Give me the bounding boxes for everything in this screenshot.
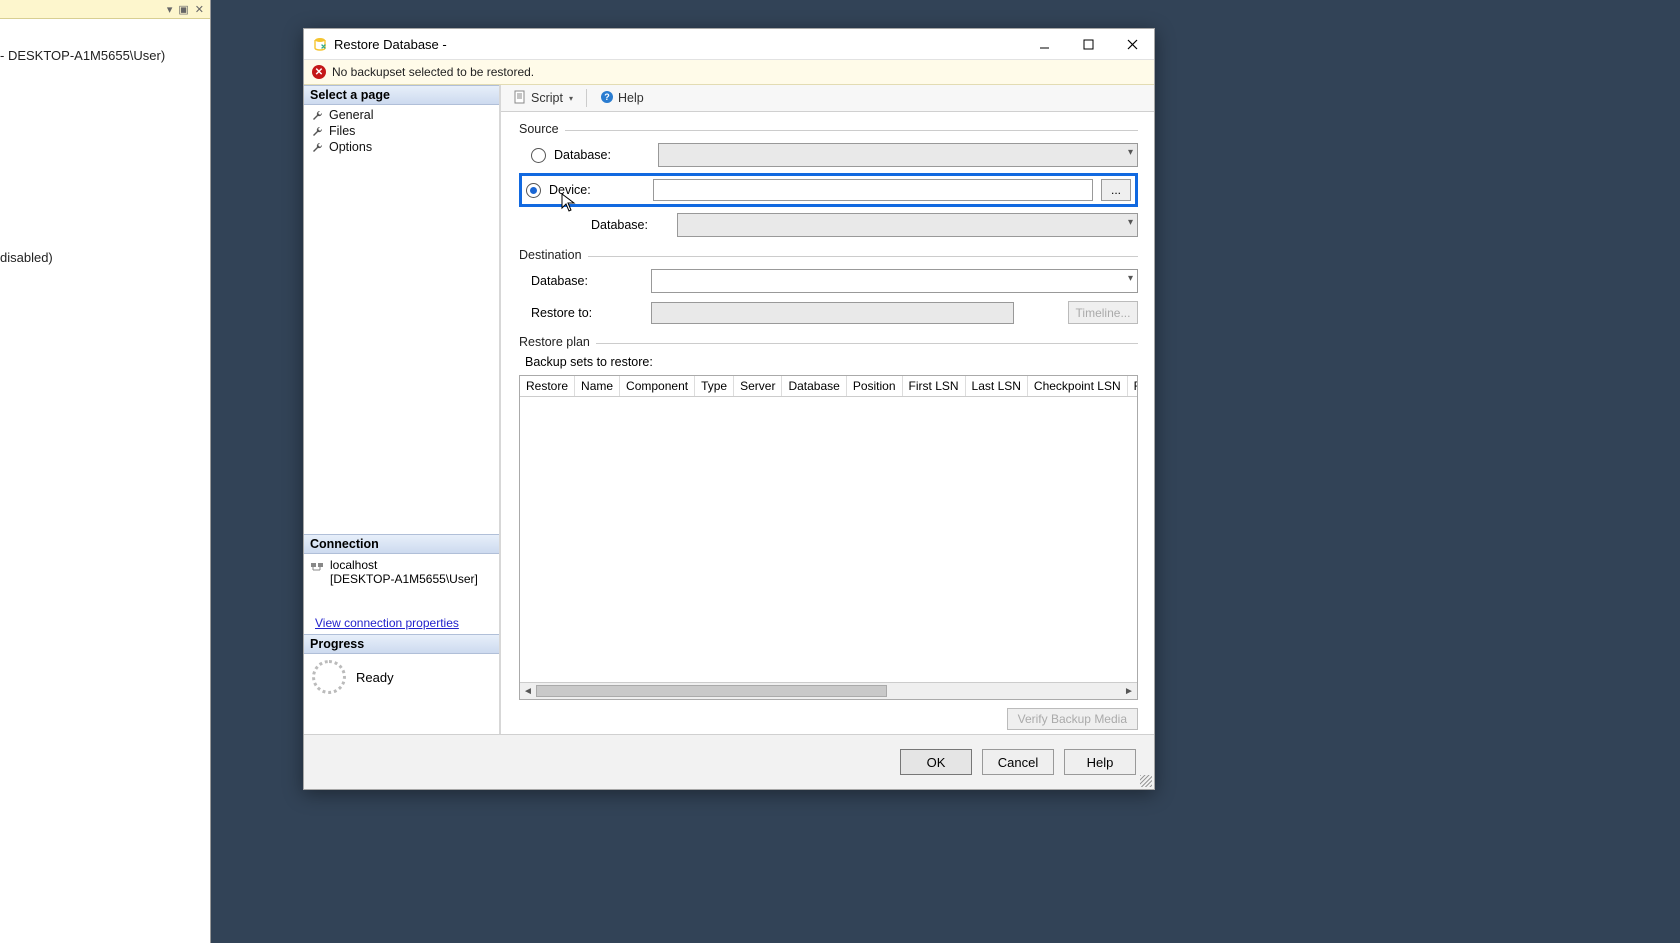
verify-backup-media-button: Verify Backup Media xyxy=(1007,708,1138,730)
script-icon xyxy=(513,90,527,107)
maximize-button[interactable] xyxy=(1066,29,1110,59)
user-name: [DESKTOP-A1M5655\User] xyxy=(330,572,478,586)
wrench-icon xyxy=(311,109,324,122)
toolbar-separator xyxy=(586,89,587,107)
radio-source-device[interactable] xyxy=(526,183,541,198)
script-button[interactable]: Script ▾ xyxy=(507,88,579,109)
page-label: Options xyxy=(329,140,372,154)
help-button[interactable]: Help xyxy=(1064,749,1136,775)
source-sub-database-combo: ▾ xyxy=(677,213,1138,237)
titlebar: Restore Database - xyxy=(304,29,1154,60)
svg-text:?: ? xyxy=(604,92,610,102)
cancel-button[interactable]: Cancel xyxy=(982,749,1054,775)
col-component[interactable]: Component xyxy=(620,376,695,396)
scroll-left-icon[interactable]: ◄ xyxy=(520,686,536,697)
bg-pin-icon[interactable]: ▣ xyxy=(178,3,188,16)
help-label: Help xyxy=(618,91,644,105)
chevron-down-icon: ▾ xyxy=(1128,147,1133,158)
select-page-header: Select a page xyxy=(304,85,499,105)
browse-device-button[interactable]: ... xyxy=(1101,179,1131,201)
progress-spinner-icon xyxy=(312,660,346,694)
view-connection-properties-link[interactable]: View connection properties xyxy=(315,616,459,630)
error-icon: ✕ xyxy=(312,65,326,79)
col-position[interactable]: Position xyxy=(847,376,903,396)
minimize-button[interactable] xyxy=(1022,29,1066,59)
script-label: Script xyxy=(531,91,563,105)
dialog-icon xyxy=(312,36,328,52)
background-window: ▾ ▣ ✕ - DESKTOP-A1M5655\User) disabled) xyxy=(0,0,211,943)
resize-grip-icon[interactable] xyxy=(1140,775,1152,787)
device-path-input[interactable] xyxy=(653,179,1093,201)
help-toolbar-button[interactable]: ? Help xyxy=(594,88,650,109)
page-label: Files xyxy=(329,124,355,138)
dest-database-combo[interactable]: ▾ xyxy=(651,269,1138,293)
backup-sets-grid[interactable]: Restore Name Component Type Server Datab… xyxy=(519,375,1138,700)
highlight-device-row: Device: ... xyxy=(519,173,1138,207)
bg-text-user: - DESKTOP-A1M5655\User) xyxy=(0,48,165,63)
dialog-title: Restore Database - xyxy=(334,37,1022,52)
col-database[interactable]: Database xyxy=(782,376,846,396)
dest-database-label: Database: xyxy=(531,274,643,288)
left-panel: Select a page General Files Options Conn… xyxy=(304,85,501,734)
source-sub-database-label: Database: xyxy=(591,218,669,232)
server-name: localhost xyxy=(330,558,478,572)
col-server[interactable]: Server xyxy=(734,376,782,396)
wrench-icon xyxy=(311,125,324,138)
chevron-down-icon: ▾ xyxy=(569,94,573,103)
page-list: General Files Options xyxy=(304,105,499,155)
col-first-lsn[interactable]: First LSN xyxy=(903,376,966,396)
chevron-down-icon: ▾ xyxy=(1128,217,1133,228)
col-last-lsn[interactable]: Last LSN xyxy=(966,376,1028,396)
source-database-combo: ▾ xyxy=(658,143,1138,167)
page-files[interactable]: Files xyxy=(308,123,495,139)
scroll-right-icon[interactable]: ► xyxy=(1121,686,1137,697)
restore-plan-group-label: Restore plan xyxy=(519,335,590,349)
ok-button[interactable]: OK xyxy=(900,749,972,775)
col-name[interactable]: Name xyxy=(575,376,620,396)
dialog-footer: OK Cancel Help xyxy=(304,734,1154,789)
wrench-icon xyxy=(311,141,324,154)
source-database-label: Database: xyxy=(554,148,650,162)
restore-database-dialog: Restore Database - ✕ No backupset select… xyxy=(303,28,1155,790)
page-label: General xyxy=(329,108,373,122)
destination-group-label: Destination xyxy=(519,248,582,262)
restore-to-label: Restore to: xyxy=(531,306,643,320)
col-restore[interactable]: Restore xyxy=(520,376,575,396)
page-general[interactable]: General xyxy=(308,107,495,123)
close-button[interactable] xyxy=(1110,29,1154,59)
timeline-button: Timeline... xyxy=(1068,301,1138,324)
restore-to-input xyxy=(651,302,1014,324)
connection-header: Connection xyxy=(304,534,499,554)
scroll-thumb[interactable] xyxy=(536,685,887,697)
help-icon: ? xyxy=(600,90,614,107)
grid-header: Restore Name Component Type Server Datab… xyxy=(520,376,1137,397)
bg-text-disabled: disabled) xyxy=(0,250,53,265)
col-type[interactable]: Type xyxy=(695,376,734,396)
warning-text: No backupset selected to be restored. xyxy=(332,65,534,79)
grid-body xyxy=(520,397,1137,682)
right-panel: Script ▾ ? Help Source Database: ▾ xyxy=(501,85,1154,734)
grid-horizontal-scrollbar[interactable]: ◄ ► xyxy=(520,682,1137,699)
bg-toolbar: ▾ ▣ ✕ xyxy=(0,0,210,19)
progress-header: Progress xyxy=(304,634,499,654)
bg-close-icon[interactable]: ✕ xyxy=(195,3,204,16)
radio-source-database[interactable] xyxy=(531,148,546,163)
bg-min-icon[interactable]: ▾ xyxy=(167,3,173,16)
source-group-label: Source xyxy=(519,122,559,136)
col-checkpoint-lsn[interactable]: Checkpoint LSN xyxy=(1028,376,1128,396)
source-device-label: Device: xyxy=(549,183,645,197)
col-full-lsn[interactable]: Full LS xyxy=(1128,376,1138,396)
page-options[interactable]: Options xyxy=(308,139,495,155)
backup-sets-label: Backup sets to restore: xyxy=(525,355,1138,369)
server-icon xyxy=(310,558,324,575)
warning-strip: ✕ No backupset selected to be restored. xyxy=(304,60,1154,85)
scroll-track[interactable] xyxy=(536,684,1121,698)
progress-status: Ready xyxy=(356,670,394,685)
chevron-down-icon: ▾ xyxy=(1128,273,1133,284)
content-toolbar: Script ▾ ? Help xyxy=(501,85,1154,112)
